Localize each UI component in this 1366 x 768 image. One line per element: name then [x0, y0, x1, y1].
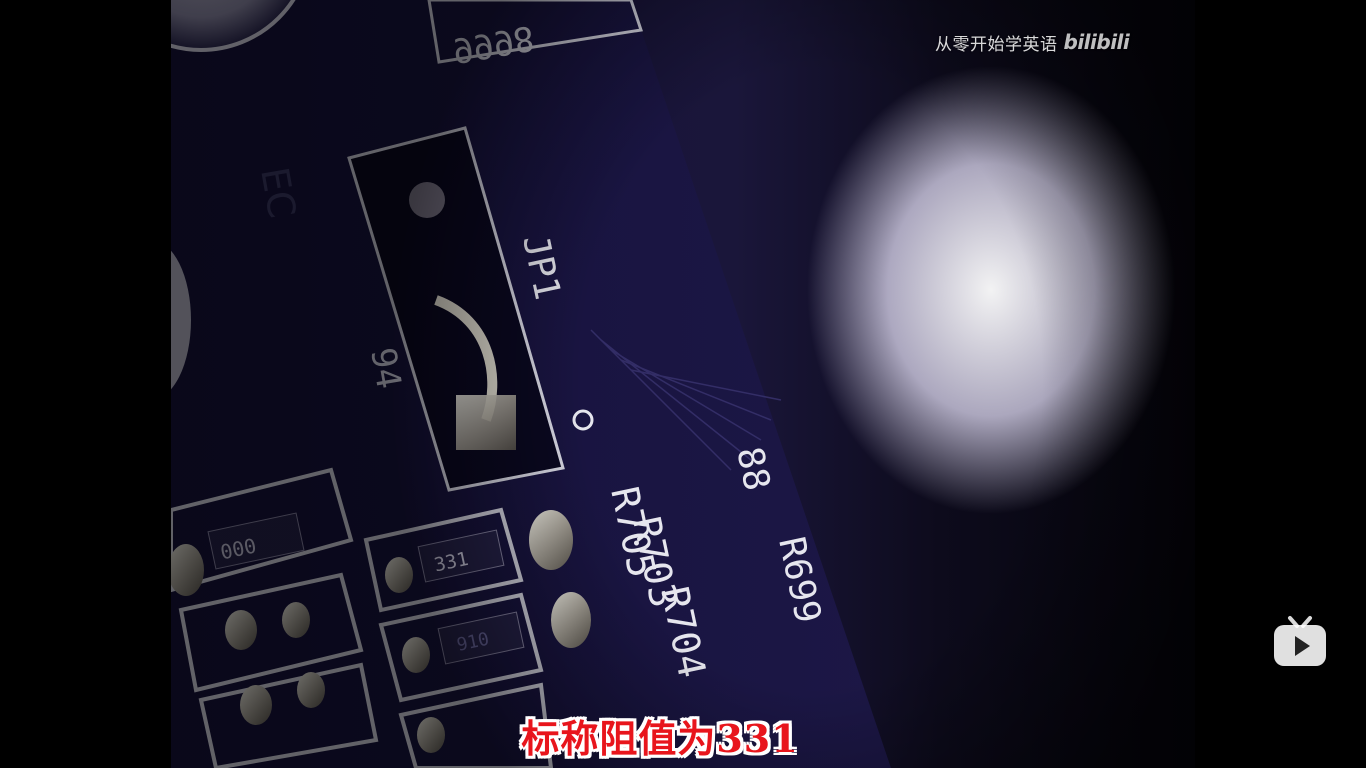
video-player[interactable]: 9998 JP1 EC 94 R705 R703 R704 88 R699 00…: [0, 0, 1366, 768]
svg-text:EC: EC: [252, 164, 304, 221]
bilibili-logo: bilibili: [1063, 30, 1130, 54]
svg-text:94: 94: [362, 345, 409, 392]
video-frame[interactable]: 9998 JP1 EC 94 R705 R703 R704 88 R699 00…: [171, 0, 1195, 768]
pcb-closeup-image: 9998 JP1 EC 94 R705 R703 R704 88 R699 00…: [171, 0, 891, 768]
bilibili-tv-icon[interactable]: [1273, 614, 1327, 668]
video-subtitle: 标称阻值为331: [521, 715, 799, 761]
channel-name: 从零开始学英语: [935, 34, 1058, 55]
channel-watermark: 从零开始学英语 bilibili: [935, 30, 1130, 55]
